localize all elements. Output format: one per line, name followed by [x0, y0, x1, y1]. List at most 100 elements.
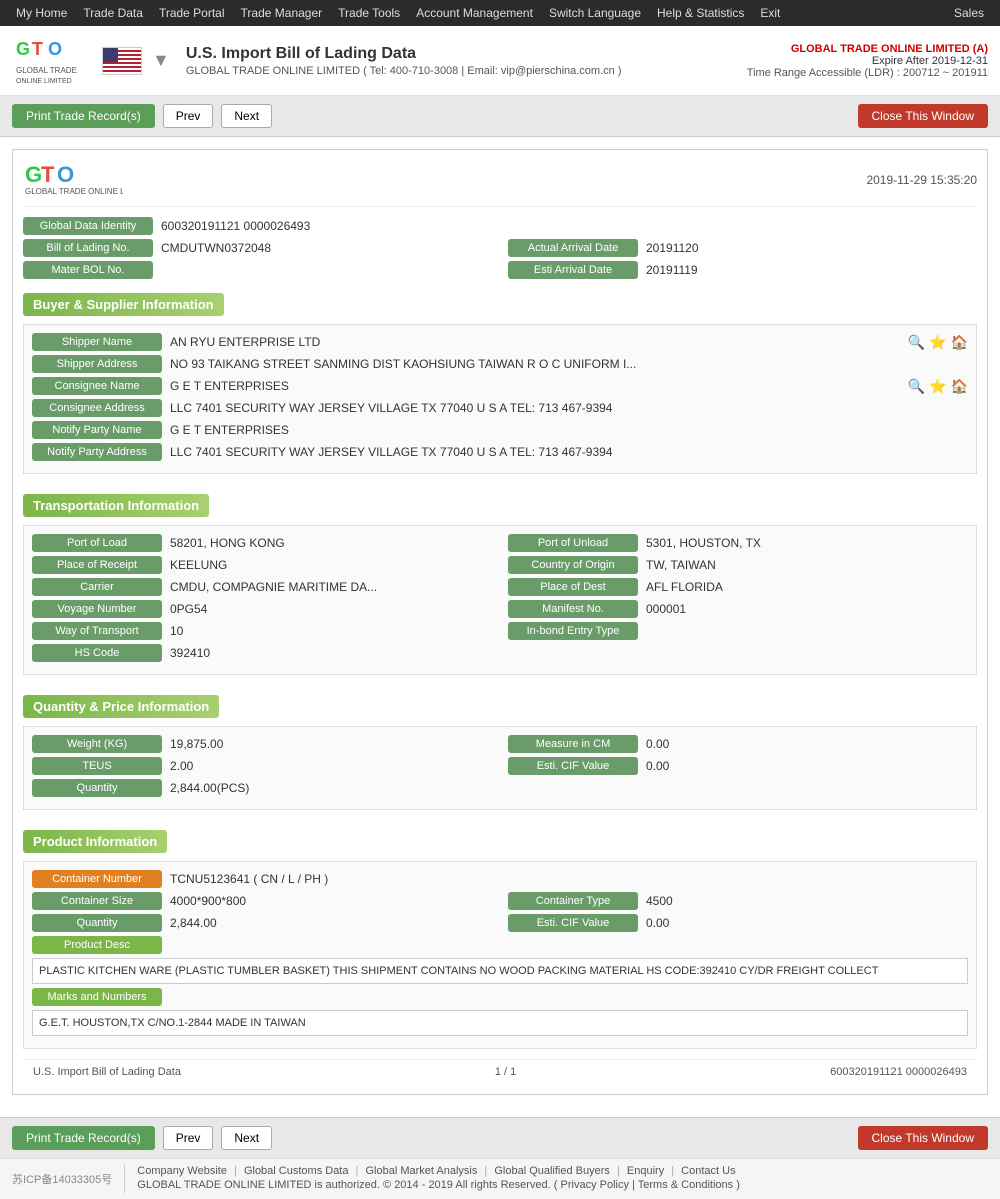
close-button-top[interactable]: Close This Window [858, 104, 988, 128]
weight-value: 19,875.00 [170, 737, 492, 751]
global-customs-data-link[interactable]: Global Customs Data [244, 1165, 349, 1177]
sales-link[interactable]: Sales [946, 6, 992, 20]
country-origin-value: TW, TAIWAN [646, 558, 968, 572]
place-receipt-col: Place of Receipt KEELUNG [32, 556, 492, 574]
bol-label: Bill of Lading No. [23, 239, 153, 257]
next-button-top[interactable]: Next [221, 104, 272, 128]
global-qualified-link[interactable]: Global Qualified Buyers [494, 1165, 610, 1177]
quantity2-col: Quantity 2,844.00 [32, 914, 492, 932]
esti-cif-label: Esti. CIF Value [508, 757, 638, 775]
svg-text:T: T [41, 162, 55, 187]
actual-arrival-label: Actual Arrival Date [508, 239, 638, 257]
bol-value: CMDUTWN0372048 [161, 241, 492, 255]
svg-text:ONLINE LIMITED: ONLINE LIMITED [16, 78, 72, 85]
footer-id: 600320191121 0000026493 [830, 1066, 967, 1078]
svg-text:T: T [32, 39, 43, 59]
place-dest-col: Place of Dest AFL FLORIDA [508, 578, 968, 596]
footer-links: Company Website | Global Customs Data | … [137, 1165, 740, 1193]
shipper-search-icon[interactable]: 🔍 [908, 334, 925, 351]
privacy-policy-link[interactable]: Privacy Policy [561, 1179, 629, 1191]
container-type-col: Container Type 4500 [508, 892, 968, 910]
voyage-manifest-row: Voyage Number 0PG54 Manifest No. 000001 [32, 600, 968, 618]
hs-code-value: 392410 [170, 646, 968, 660]
teus-col: TEUS 2.00 [32, 757, 492, 775]
copyright-text: GLOBAL TRADE ONLINE LIMITED is authorize… [137, 1179, 557, 1191]
country-origin-label: Country of Origin [508, 556, 638, 574]
inbond-label: In-bond Entry Type [508, 622, 638, 640]
nav-trade-tools[interactable]: Trade Tools [330, 6, 408, 20]
teus-label: TEUS [32, 757, 162, 775]
container-type-label: Container Type [508, 892, 638, 910]
print-button-top[interactable]: Print Trade Record(s) [12, 104, 155, 128]
consignee-address-row: Consignee Address LLC 7401 SECURITY WAY … [32, 399, 968, 417]
nav-trade-manager[interactable]: Trade Manager [233, 6, 331, 20]
carrier-value: CMDU, COMPAGNIE MARITIME DA... [170, 580, 492, 594]
port-load-unload-row: Port of Load 58201, HONG KONG Port of Un… [32, 534, 968, 552]
company-website-link[interactable]: Company Website [137, 1165, 227, 1177]
card-logo: G T O GLOBAL TRADE ONLINE LIMITED [23, 160, 123, 200]
account-info: GLOBAL TRADE ONLINE LIMITED (A) Expire A… [747, 43, 988, 79]
close-button-bottom[interactable]: Close This Window [858, 1126, 988, 1150]
port-unload-col: Port of Unload 5301, HOUSTON, TX [508, 534, 968, 552]
global-data-identity-row: Global Data Identity 600320191121 000002… [23, 217, 977, 235]
manifest-col: Manifest No. 000001 [508, 600, 968, 618]
print-button-bottom[interactable]: Print Trade Record(s) [12, 1126, 155, 1150]
esti-cif-col: Esti. CIF Value 0.00 [508, 757, 968, 775]
port-unload-value: 5301, HOUSTON, TX [646, 536, 968, 550]
quantity-price-header: Quantity & Price Information [23, 695, 219, 718]
consignee-home-icon[interactable]: 🏠 [951, 378, 968, 395]
nav-switch-language[interactable]: Switch Language [541, 6, 649, 20]
bottom-action-bar: Print Trade Record(s) Prev Next Close Th… [0, 1117, 1000, 1158]
hs-code-row: HS Code 392410 [32, 644, 968, 662]
place-receipt-value: KEELUNG [170, 558, 492, 572]
container-number-label: Container Number [32, 870, 162, 888]
product-info-box: Container Number TCNU5123641 ( CN / L / … [23, 861, 977, 1049]
global-data-identity-value: 600320191121 0000026493 [161, 219, 977, 233]
inbond-col: In-bond Entry Type [508, 622, 968, 640]
svg-text:O: O [48, 39, 62, 59]
way-transport-value: 10 [170, 624, 492, 638]
company-logo: G T O GLOBAL TRADE ONLINE LIMITED [12, 36, 92, 86]
nav-trade-data[interactable]: Trade Data [75, 6, 151, 20]
marks-label: Marks and Numbers [32, 988, 162, 1006]
shipper-address-row: Shipper Address NO 93 TAIKANG STREET SAN… [32, 355, 968, 373]
global-market-link[interactable]: Global Market Analysis [365, 1165, 477, 1177]
country-origin-col: Country of Origin TW, TAIWAN [508, 556, 968, 574]
shipper-star-icon[interactable]: ⭐ [929, 334, 946, 351]
nav-help-statistics[interactable]: Help & Statistics [649, 6, 752, 20]
prev-button-top[interactable]: Prev [163, 104, 214, 128]
notify-party-address-row: Notify Party Address LLC 7401 SECURITY W… [32, 443, 968, 461]
buyer-supplier-header: Buyer & Supplier Information [23, 293, 224, 316]
transportation-header: Transportation Information [23, 494, 209, 517]
notify-party-address-value: LLC 7401 SECURITY WAY JERSEY VILLAGE TX … [170, 445, 968, 459]
consignee-search-icon[interactable]: 🔍 [908, 378, 925, 395]
page-footer: 苏ICP备14033305号 Company Website | Global … [0, 1158, 1000, 1199]
master-bol-label: Mater BOL No. [23, 261, 153, 279]
nav-my-home[interactable]: My Home [8, 6, 75, 20]
weight-col: Weight (KG) 19,875.00 [32, 735, 492, 753]
next-button-bottom[interactable]: Next [221, 1126, 272, 1150]
container-number-value: TCNU5123641 ( CN / L / PH ) [170, 872, 968, 886]
carrier-dest-row: Carrier CMDU, COMPAGNIE MARITIME DA... P… [32, 578, 968, 596]
container-size-type-row: Container Size 4000*900*800 Container Ty… [32, 892, 968, 910]
svg-text:G: G [25, 162, 42, 187]
contact-us-link[interactable]: Contact Us [681, 1165, 735, 1177]
nav-exit[interactable]: Exit [752, 6, 788, 20]
svg-text:O: O [57, 162, 74, 187]
carrier-col: Carrier CMDU, COMPAGNIE MARITIME DA... [32, 578, 492, 596]
ldr-range: Time Range Accessible (LDR) : 200712 ~ 2… [747, 67, 988, 79]
master-bol-row: Mater BOL No. Esti Arrival Date 20191119 [23, 261, 977, 279]
terms-conditions-link[interactable]: Terms & Conditions [638, 1179, 733, 1191]
marks-value: G.E.T. HOUSTON,TX C/NO.1-2844 MADE IN TA… [32, 1010, 968, 1036]
nav-trade-portal[interactable]: Trade Portal [151, 6, 233, 20]
marks-row: Marks and Numbers [32, 988, 968, 1006]
prev-button-bottom[interactable]: Prev [163, 1126, 214, 1150]
page-title: U.S. Import Bill of Lading Data [186, 45, 747, 63]
shipper-home-icon[interactable]: 🏠 [951, 334, 968, 351]
place-receipt-label: Place of Receipt [32, 556, 162, 574]
consignee-star-icon[interactable]: ⭐ [929, 378, 946, 395]
enquiry-link[interactable]: Enquiry [627, 1165, 664, 1177]
shipper-name-value: AN RYU ENTERPRISE LTD [170, 335, 904, 349]
quantity-label: Quantity [32, 779, 162, 797]
nav-account-management[interactable]: Account Management [408, 6, 541, 20]
